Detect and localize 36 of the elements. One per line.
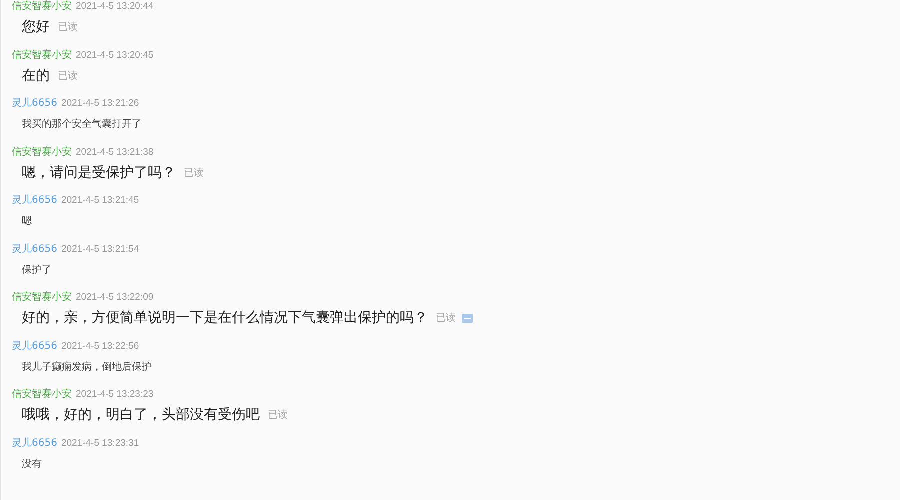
sender-name: 信安智赛小安 xyxy=(12,48,72,62)
message-text: 保护了 xyxy=(22,264,52,276)
read-status: 已读 xyxy=(436,312,456,325)
sender-name: 灵儿6656 xyxy=(12,242,58,256)
message-text: 没有 xyxy=(22,458,42,470)
message-time: 2021-4-5 13:23:23 xyxy=(76,388,154,402)
message-time: 2021-4-5 13:20:44 xyxy=(76,0,154,14)
message-text: 您好 xyxy=(22,18,50,36)
message-text: 在的 xyxy=(22,66,50,84)
message-time: 2021-4-5 13:21:26 xyxy=(61,97,140,111)
message-time: 2021-4-5 13:22:09 xyxy=(76,291,154,305)
sender-name: 信安智赛小安 xyxy=(12,388,72,402)
message-text: 哦哦，好的，明白了，头部没有受伤吧 xyxy=(22,406,260,424)
message-text: 我买的那个安全气囊打开了 xyxy=(22,118,142,131)
message-time: 2021-4-5 13:21:38 xyxy=(76,146,154,160)
message-time: 2021-4-5 13:20:45 xyxy=(76,48,154,62)
sender-name: 信安智赛小安 xyxy=(12,291,72,305)
sender-name: 灵儿6656 xyxy=(12,97,58,111)
sender-name: 灵儿6656 xyxy=(12,194,58,208)
message-time: 2021-4-5 13:21:45 xyxy=(61,194,140,208)
message-text: 嗯 xyxy=(22,215,32,228)
message-text: 我儿子癫痫发病，倒地后保护 xyxy=(22,360,152,374)
read-status: 已读 xyxy=(58,70,78,82)
message-time: 2021-4-5 13:23:31 xyxy=(61,436,140,450)
sender-name: 灵儿6656 xyxy=(12,340,58,354)
message-time: 2021-4-5 13:21:54 xyxy=(61,242,140,256)
sender-name: 信安智赛小安 xyxy=(12,0,72,14)
read-status: 已读 xyxy=(184,166,204,180)
message-text: 好的，亲，方便简单说明一下是在什么情况下气囊弹出保护的吗？ xyxy=(22,309,428,327)
message-time: 2021-4-5 13:22:56 xyxy=(61,340,140,354)
read-status: 已读 xyxy=(268,408,288,422)
sender-name: 信安智赛小安 xyxy=(12,146,72,160)
read-status: 已读 xyxy=(58,20,78,34)
more-icon[interactable] xyxy=(462,314,473,322)
message-text: 嗯，请问是受保护了吗？ xyxy=(22,164,176,182)
sender-name: 灵儿6656 xyxy=(12,436,58,450)
